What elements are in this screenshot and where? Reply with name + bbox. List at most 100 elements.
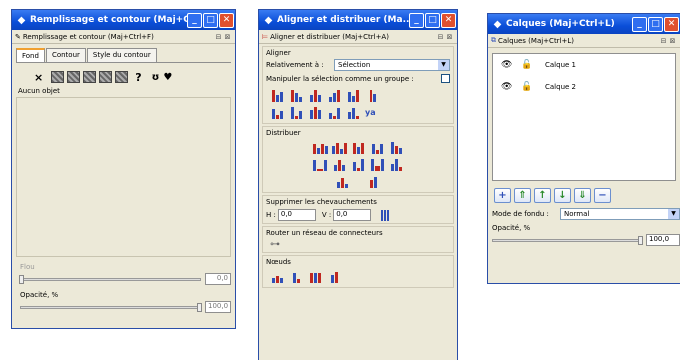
no-paint-icon[interactable]: ×: [34, 71, 43, 84]
lock-icon[interactable]: 🔓: [521, 82, 545, 92]
list-item[interactable]: 👁 🔓 Calque 1: [493, 54, 675, 76]
distribute-left-icon[interactable]: [312, 141, 328, 154]
radial-gradient-icon[interactable]: [83, 71, 97, 83]
align-text-baseline-icon[interactable]: ya: [365, 106, 376, 119]
layer-opacity-spinbox[interactable]: 100,0: [646, 234, 680, 246]
v-label: V :: [321, 210, 332, 219]
group-label: Manipuler la sélection comme un groupe :: [266, 74, 414, 83]
raise-to-top-button[interactable]: ⇑: [514, 188, 531, 203]
flat-color-icon[interactable]: [51, 71, 65, 83]
lower-to-bottom-button[interactable]: ⇓: [574, 188, 591, 203]
heart-icon[interactable]: ♥: [163, 72, 172, 83]
align-nodes-v-icon[interactable]: [289, 270, 304, 283]
unset-paint-icon[interactable]: ʊ: [152, 72, 160, 83]
maximize-button[interactable]: □: [203, 12, 218, 28]
add-layer-button[interactable]: +: [494, 188, 511, 203]
layers-list: 👁 🔓 Calque 1 👁 🔓 Calque 2: [492, 53, 676, 181]
opacity-slider-thumb[interactable]: [197, 302, 202, 312]
pattern-icon[interactable]: [99, 71, 113, 83]
group-checkbox[interactable]: [441, 74, 450, 83]
layers-title: Calques (Maj+Ctrl+L): [506, 19, 615, 29]
eye-icon[interactable]: 👁: [501, 82, 521, 92]
linear-gradient-icon[interactable]: [67, 71, 81, 83]
align-baseline-icon[interactable]: [365, 89, 380, 102]
swatch-icon[interactable]: [115, 71, 129, 83]
distribute-nodes-v-icon[interactable]: [327, 270, 342, 283]
align-top-edges-icon[interactable]: [289, 106, 304, 119]
close-panel-icon[interactable]: ⊠: [668, 37, 677, 45]
tab-stroke-paint[interactable]: Contour: [45, 48, 86, 62]
layer-opacity-thumb[interactable]: [638, 235, 643, 245]
blend-select[interactable]: Normal ▼: [560, 208, 680, 220]
tab-stroke-style[interactable]: Style du contour: [86, 48, 157, 62]
align-subtitle: Aligner et distribuer (Maj+Ctrl+A): [270, 32, 389, 41]
distribute-top-icon[interactable]: [313, 158, 328, 171]
dock-icon[interactable]: ⊟: [214, 33, 223, 41]
distribute-gaps-v-icon[interactable]: [370, 158, 385, 171]
distribute-nodes-h-icon[interactable]: [308, 270, 323, 283]
lock-icon[interactable]: 🔓: [521, 60, 545, 70]
center-vertical-axis-icon[interactable]: [308, 89, 323, 102]
align-left-edges-icon[interactable]: [289, 89, 304, 102]
paint-type-row: × ? ʊ ♥: [12, 63, 235, 85]
close-button[interactable]: ✕: [441, 12, 456, 28]
align-titlebar[interactable]: ◆ Aligner et distribuer (Ma... _ □ ✕: [259, 10, 457, 30]
inkscape-icon: ◆: [493, 18, 502, 30]
align-top-to-bottom-icon[interactable]: [346, 106, 361, 119]
v-spinbox[interactable]: 0,0: [333, 208, 372, 221]
blur-slider[interactable]: [19, 274, 201, 284]
relative-select[interactable]: Sélection ▼: [334, 59, 450, 71]
layer-opacity-slider[interactable]: [492, 235, 643, 245]
connectors-section-title: Router un réseau de connecteurs: [266, 229, 383, 237]
fill-stroke-titlebar[interactable]: ◆ Remplissage et contour (Maj+C... _ □ ✕: [12, 10, 235, 30]
opacity-row: 100,0: [12, 299, 235, 313]
blur-spinbox[interactable]: 0,0: [205, 273, 231, 285]
distribute-baselines-v-icon[interactable]: [389, 158, 404, 171]
unclump-icon[interactable]: [366, 175, 381, 188]
layers-titlebar[interactable]: ◆ Calques (Maj+Ctrl+L) _ □ ✕: [488, 14, 680, 34]
overlap-section-title: Supprimer les chevauchements: [266, 198, 377, 206]
blur-slider-thumb[interactable]: [19, 274, 24, 284]
layer-name[interactable]: Calque 2: [545, 83, 576, 91]
close-button[interactable]: ✕: [219, 12, 234, 28]
close-panel-icon[interactable]: ⊠: [223, 33, 232, 41]
align-right-edges-icon[interactable]: [327, 89, 342, 102]
distribute-centers-v-icon[interactable]: [332, 158, 347, 171]
unknown-paint-icon[interactable]: ?: [135, 71, 141, 84]
minimize-button[interactable]: _: [409, 12, 424, 28]
close-button[interactable]: ✕: [664, 16, 679, 32]
align-bottom-to-top-icon[interactable]: [270, 106, 285, 119]
align-bottom-edges-icon[interactable]: [327, 106, 342, 119]
align-right-to-left-icon[interactable]: [270, 89, 285, 102]
maximize-button[interactable]: □: [648, 16, 663, 32]
minimize-button[interactable]: _: [187, 12, 202, 28]
graph-layout-icon[interactable]: ⊶: [266, 239, 280, 250]
tab-fill[interactable]: Fond: [16, 48, 45, 62]
distribute-baselines-h-icon[interactable]: [389, 141, 404, 154]
close-panel-icon[interactable]: ⊠: [445, 33, 454, 41]
remove-layer-button[interactable]: −: [594, 188, 611, 203]
eye-icon[interactable]: 👁: [501, 60, 521, 70]
raise-layer-button[interactable]: ↑: [534, 188, 551, 203]
layer-name[interactable]: Calque 1: [545, 61, 576, 69]
dock-icon[interactable]: ⊟: [436, 33, 445, 41]
randomize-positions-icon[interactable]: [335, 175, 350, 188]
dock-icon[interactable]: ⊟: [659, 37, 668, 45]
minimize-button[interactable]: _: [632, 16, 647, 32]
overlap-row: H : 0,0 V : 0,0: [266, 208, 450, 221]
opacity-spinbox[interactable]: 100,0: [205, 301, 231, 313]
maximize-button[interactable]: □: [425, 12, 440, 28]
distribute-gaps-h-icon[interactable]: [370, 141, 385, 154]
distribute-bottom-icon[interactable]: [351, 158, 366, 171]
lower-layer-button[interactable]: ↓: [554, 188, 571, 203]
fill-stroke-icon: ✎: [15, 32, 21, 41]
opacity-slider[interactable]: [20, 302, 202, 312]
h-spinbox[interactable]: 0,0: [277, 208, 316, 221]
distribute-centers-h-icon[interactable]: [331, 141, 347, 154]
distribute-right-icon[interactable]: [351, 141, 366, 154]
list-item[interactable]: 👁 🔓 Calque 2: [493, 76, 675, 98]
align-left-to-right-icon[interactable]: [346, 89, 361, 102]
center-horizontal-axis-icon[interactable]: [308, 106, 323, 119]
remove-overlaps-icon[interactable]: [377, 208, 392, 221]
align-nodes-h-icon[interactable]: [270, 270, 285, 283]
